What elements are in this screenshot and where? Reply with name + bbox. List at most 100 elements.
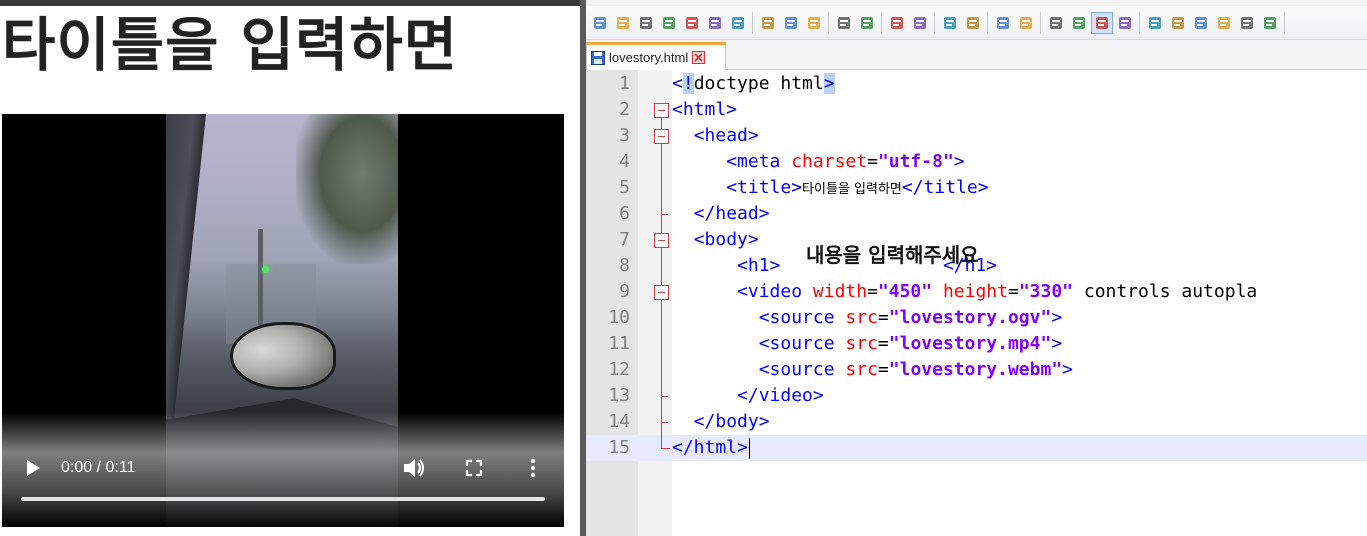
close-all-icon-glyph (708, 16, 721, 29)
folder-workspace-icon-glyph (1194, 16, 1207, 29)
code-token: > (1051, 333, 1063, 354)
monitor-icon[interactable] (1213, 12, 1235, 34)
code-line[interactable]: 1 <!doctype html> (586, 71, 1367, 97)
sync-vertical-icon[interactable] (992, 12, 1014, 34)
view-icon[interactable] (1259, 12, 1281, 34)
indent-guide-icon[interactable] (1090, 11, 1113, 34)
fold-end-tick (661, 214, 668, 215)
show-all-chars-icon[interactable] (1068, 12, 1090, 34)
fold-end-corner (661, 435, 670, 449)
code-token: </body> (693, 411, 770, 432)
print-icon[interactable] (727, 12, 749, 34)
code-line[interactable]: 4 <meta charset="utf-8"> (586, 149, 1367, 175)
code-text: <html> (672, 97, 737, 123)
replace-icon[interactable] (909, 12, 931, 34)
code-line[interactable]: 14 </body> (586, 409, 1367, 435)
line-number: 11 (608, 333, 630, 354)
view-icon-glyph (1263, 16, 1276, 29)
code-token: > (1051, 307, 1063, 328)
doc-map-icon[interactable] (1144, 12, 1166, 34)
line-number: 12 (608, 359, 630, 380)
code-line[interactable]: 3 <head> (586, 123, 1367, 149)
code-text: </html> (672, 435, 748, 461)
find-icon[interactable] (886, 12, 908, 34)
zoom-out-icon[interactable] (962, 12, 984, 34)
print-icon-glyph (731, 16, 744, 29)
video-progress-bar[interactable] (21, 497, 545, 501)
code-token: <meta (726, 151, 792, 172)
code-token: <source (758, 359, 846, 380)
code-line[interactable]: 2 <html> (586, 97, 1367, 123)
redo-icon[interactable] (856, 12, 878, 34)
copy-icon[interactable] (780, 12, 802, 34)
fold-toggle-icon[interactable] (654, 129, 669, 144)
macro-icon[interactable] (1236, 12, 1258, 34)
video-player[interactable]: 0:00 / 0:11 (2, 114, 564, 527)
page-heading: 타이틀을 입력하면 (2, 11, 459, 79)
show-all-chars-icon-glyph (1072, 16, 1085, 29)
macro-icon-glyph (1240, 16, 1253, 29)
code-text: <head> (672, 123, 759, 149)
code-token: 타이틀을 입력하면 (802, 182, 902, 197)
save-all-icon[interactable] (658, 12, 680, 34)
tab-lovestory-html[interactable]: lovestory.html (586, 42, 726, 70)
close-icon[interactable] (692, 51, 706, 64)
folder-workspace-icon[interactable] (1190, 12, 1212, 34)
code-text: </body> (672, 409, 770, 435)
code-token: width (812, 281, 868, 302)
code-line[interactable]: 11 <source src="lovestory.mp4"> (586, 331, 1367, 357)
close-icon[interactable] (681, 12, 703, 34)
play-icon[interactable] (24, 459, 42, 477)
language-icon[interactable] (1114, 12, 1136, 34)
sync-horizontal-icon[interactable] (1015, 12, 1037, 34)
code-token: <source (758, 307, 846, 328)
code-line[interactable]: 10 <source src="lovestory.ogv"> (586, 305, 1367, 331)
code-line[interactable]: 9 <video width="450" height="330" contro… (586, 279, 1367, 305)
code-token: src (845, 307, 878, 328)
zoom-in-icon[interactable] (939, 12, 961, 34)
code-token: <title> (726, 177, 803, 198)
code-token: <head> (693, 125, 759, 146)
video-traffic-light (262, 266, 269, 273)
close-all-icon[interactable] (704, 12, 726, 34)
open-file-icon-glyph (616, 16, 629, 29)
code-token: <video (737, 281, 813, 302)
code-token: controls autopla (1073, 281, 1258, 302)
code-token: "lovestory.webm" (888, 359, 1063, 380)
code-line[interactable]: 13 </video> (586, 383, 1367, 409)
fold-toggle-icon[interactable] (654, 103, 669, 118)
tab-bar: lovestory.html (586, 40, 1367, 70)
new-file-icon[interactable] (589, 12, 611, 34)
function-list-icon[interactable] (1167, 12, 1189, 34)
code-token: < (672, 73, 683, 94)
word-wrap-icon[interactable] (1045, 12, 1067, 34)
toolbar-separator (828, 11, 829, 34)
fullscreen-icon[interactable] (465, 459, 483, 477)
code-line[interactable]: 6 </head> (586, 201, 1367, 227)
code-line[interactable]: 15 </html> (586, 435, 1367, 461)
more-options-icon[interactable] (528, 457, 538, 479)
paste-icon[interactable] (803, 12, 825, 34)
zoom-out-icon-glyph (966, 16, 979, 29)
fold-end-tick (661, 396, 668, 397)
open-file-icon[interactable] (612, 12, 634, 34)
fold-toggle-icon[interactable] (654, 285, 669, 300)
cut-icon[interactable] (757, 12, 779, 34)
code-token: > (953, 151, 965, 172)
code-line[interactable]: 12 <source src="lovestory.webm"> (586, 357, 1367, 383)
copy-icon-glyph (784, 16, 797, 29)
editor-pane: lovestory.html 1 <!doctype html> 2 <html> 3 … (586, 0, 1367, 536)
monitor-icon-glyph (1217, 16, 1230, 29)
toolbar-separator (1139, 11, 1140, 34)
volume-icon[interactable] (402, 457, 426, 479)
fold-toggle-icon[interactable] (654, 233, 669, 248)
code-editor[interactable]: 1 <!doctype html> 2 <html> 3 <head> 4 <meta c… (586, 70, 1367, 536)
undo-icon[interactable] (833, 12, 855, 34)
code-line[interactable]: 5 <title>타이틀을 입력하면</title> (586, 175, 1367, 201)
code-token: = (877, 333, 889, 354)
code-text: </head> (672, 201, 770, 227)
save-icon[interactable] (635, 12, 657, 34)
